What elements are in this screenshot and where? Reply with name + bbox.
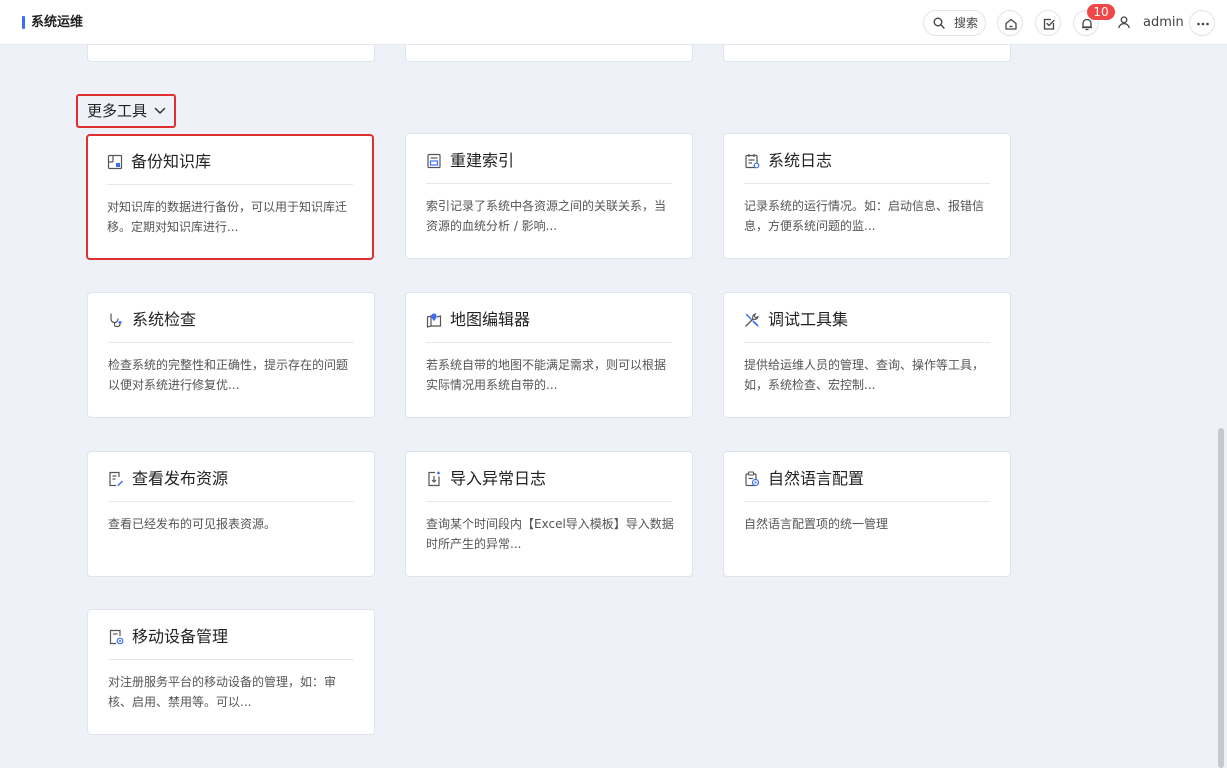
- import-icon: [428, 471, 440, 487]
- home-button[interactable]: [997, 10, 1023, 36]
- tool-card-system-check[interactable]: 系统检查 检查系统的完整性和正确性，提示存在的问题以便对系统进行修复优...: [87, 292, 375, 418]
- card-title: 自然语言配置: [768, 469, 865, 488]
- tool-card-system-log[interactable]: 系统日志 记录系统的运行情况。如：启动信息、报错信息，方便系统问题的监...: [723, 133, 1011, 259]
- card-divider: [744, 342, 990, 343]
- user-icon: [1118, 16, 1130, 29]
- card-title: 调试工具集: [768, 310, 849, 329]
- tasks-button[interactable]: [1035, 10, 1061, 36]
- mobile-device-icon: [109, 629, 124, 645]
- tool-card-backup[interactable]: 备份知识库 对知识库的数据进行备份，可以用于知识库迁移。定期对知识库进行...: [86, 134, 374, 260]
- tool-card-natural-language-config[interactable]: 自然语言配置 自然语言配置项的统一管理: [723, 451, 1011, 577]
- search-button[interactable]: 搜索: [923, 10, 986, 36]
- stethoscope-icon: [110, 313, 122, 328]
- card-title: 系统检查: [132, 310, 197, 329]
- checklist-icon: [1043, 18, 1055, 30]
- tool-card-import-error-log[interactable]: 导入异常日志 查询某个时间段内【Excel导入模板】导入数据时所产生的异常...: [405, 451, 693, 577]
- more-tools-toggle[interactable]: 更多工具: [76, 94, 176, 128]
- home-icon: [1005, 18, 1017, 30]
- card-title: 地图编辑器: [450, 310, 531, 329]
- more-button[interactable]: [1189, 10, 1215, 36]
- tool-card-debug-tools[interactable]: 调试工具集 提供给运维人员的管理、查询、操作等工具，如，系统检查、宏控制...: [723, 292, 1011, 418]
- card-divider: [426, 183, 672, 184]
- vertical-scrollbar[interactable]: [1218, 428, 1224, 768]
- map-icon: [426, 313, 442, 328]
- card-description: 查询某个时间段内【Excel导入模板】导入数据时所产生的异常...: [426, 517, 674, 551]
- edit-document-icon: [109, 471, 123, 487]
- card-divider: [107, 184, 353, 185]
- card-divider: [108, 659, 354, 660]
- index-icon: [427, 153, 441, 169]
- card-description: 若系统自带的地图不能满足需求，则可以根据实际情况用系统自带的...: [426, 358, 667, 392]
- card-title: 查看发布资源: [132, 469, 229, 488]
- card-description: 对注册服务平台的移动设备的管理，如：审核、启用、禁用等。可以...: [108, 675, 337, 709]
- card-title: 系统日志: [768, 151, 833, 170]
- card-divider: [426, 342, 672, 343]
- tool-card-rebuild-index[interactable]: 重建索引 索引记录了系统中各资源之间的关联关系，当资源的血统分析 / 影响...: [405, 133, 693, 259]
- top-header: 系统运维 搜索 10 admin: [0, 0, 1227, 45]
- card-description: 提供给运维人员的管理、查询、操作等工具，如，系统检查、宏控制...: [744, 358, 985, 392]
- chevron-down-icon: [154, 107, 166, 114]
- search-icon: [933, 17, 945, 29]
- more-dots-icon: [1197, 22, 1209, 26]
- username: admin: [1143, 15, 1184, 30]
- card-description: 检查系统的完整性和正确性，提示存在的问题以便对系统进行修复优...: [108, 358, 349, 392]
- tool-card-mobile-device[interactable]: 移动设备管理 对注册服务平台的移动设备的管理，如：审核、启用、禁用等。可以...: [87, 609, 375, 735]
- card-divider: [744, 183, 990, 184]
- section-title-label: 更多工具: [87, 102, 148, 120]
- tool-card-published-resources[interactable]: 查看发布资源 查看已经发布的可见报表资源。: [87, 451, 375, 577]
- card-description: 索引记录了系统中各资源之间的关联关系，当资源的血统分析 / 影响...: [426, 199, 667, 233]
- card-title: 备份知识库: [131, 152, 212, 171]
- card-divider: [426, 501, 672, 502]
- card-divider: [108, 342, 354, 343]
- tool-card-map-editor[interactable]: 地图编辑器 若系统自带的地图不能满足需求，则可以根据实际情况用系统自带的...: [405, 292, 693, 418]
- card-description: 对知识库的数据进行备份，可以用于知识库迁移。定期对知识库进行...: [107, 200, 348, 234]
- log-icon: [745, 154, 760, 169]
- card-description: 记录系统的运行情况。如：启动信息、报错信息，方便系统问题的监...: [744, 199, 985, 233]
- notification-badge: 10: [1087, 4, 1115, 20]
- card-title: 重建索引: [450, 151, 515, 170]
- card-divider: [744, 501, 990, 502]
- card-description: 自然语言配置项的统一管理: [744, 517, 889, 531]
- backup-icon: [107, 154, 123, 170]
- page-title: 系统运维: [31, 15, 84, 30]
- tools-icon: [745, 313, 759, 327]
- search-label: 搜索: [954, 16, 979, 30]
- card-title: 导入异常日志: [450, 469, 547, 488]
- card-divider: [108, 501, 354, 502]
- brand-accent-bar: [22, 16, 25, 29]
- card-title: 移动设备管理: [132, 627, 229, 646]
- language-config-icon: [745, 471, 760, 487]
- card-description: 查看已经发布的可见报表资源。: [108, 517, 277, 531]
